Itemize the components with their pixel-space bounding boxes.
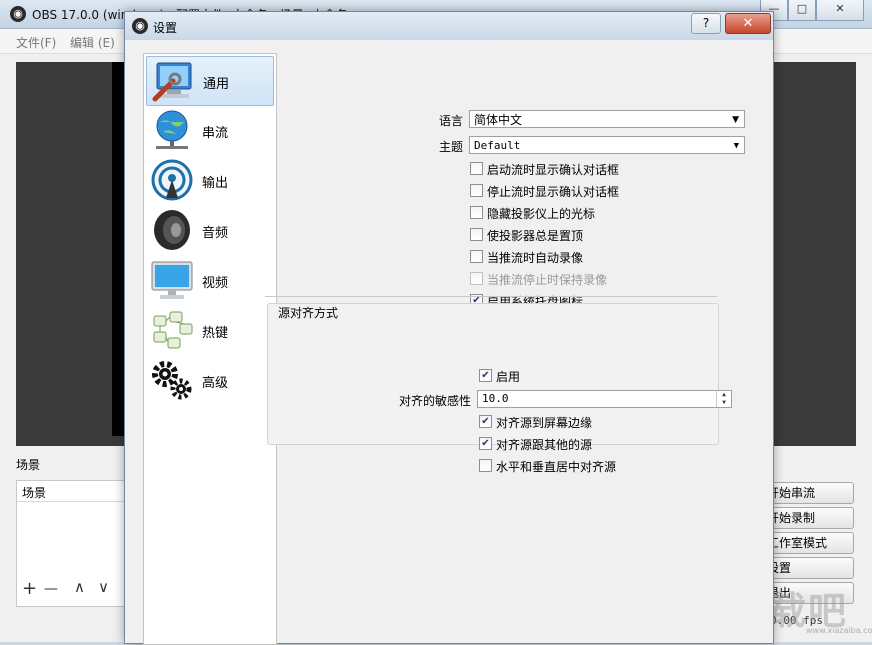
snapping-option-checkbox[interactable]: ✔ [479,415,492,428]
sidebar-item-audio[interactable]: 音频 [146,206,274,254]
monitor-icon [151,261,193,299]
sidebar-item-general[interactable]: 通用 [146,56,274,106]
language-select[interactable]: 简体中文 ▼ [469,110,745,128]
gears-icon [152,361,192,400]
divider [265,296,717,297]
wrench-monitor-icon [152,62,192,102]
theme-label: 主题 [438,140,463,154]
option-checkbox[interactable] [470,272,483,285]
studio-mode-button[interactable]: 工作室模式 [764,532,854,554]
maximize-button[interactable]: □ [788,0,816,21]
menu-edit[interactable]: 编辑 (E) [70,34,115,51]
option-label: 隐藏投影仪上的光标 [487,207,596,221]
broadcast-antenna-icon [151,159,193,201]
language-label: 语言 [438,114,463,128]
option-label: 使投影器总是置顶 [487,229,584,243]
help-button[interactable]: ? [691,13,721,34]
snapping-option-label: 水平和垂直居中对齐源 [496,460,617,474]
sidebar-label: 输出 [202,176,229,191]
option-label: 当推流停止时保持录像 [487,273,608,287]
add-scene-button[interactable]: + [22,578,37,599]
theme-value: Default [474,139,521,152]
speaker-icon [154,210,190,250]
sidebar-item-advanced[interactable]: 高级 [146,356,274,404]
snapping-option-checkbox[interactable] [479,459,492,472]
option-checkbox[interactable] [470,206,483,219]
sidebar-label: 通用 [203,77,230,92]
option-label: 停止流时显示确认对话框 [487,185,620,199]
option-checkbox[interactable] [470,250,483,263]
option-checkbox[interactable] [470,184,483,197]
chevron-down-icon: ▼ [732,115,739,125]
sidebar-item-video[interactable]: 视频 [146,256,274,304]
snapping-group [267,303,719,445]
scenes-list-header: 场景 [22,486,47,500]
sidebar-label: 串流 [202,126,229,141]
settings-dialog: ◉ 设置 ? ✕ 通用 串流 输出 音频 视频 热键 高级 语言 简体中文 ▼ … [124,11,774,645]
main-close-button[interactable]: ✕ [816,0,864,21]
settings-sidebar: 通用 串流 输出 音频 视频 热键 高级 [143,53,277,645]
sidebar-item-output[interactable]: 输出 [146,156,274,204]
sidebar-label: 音频 [202,226,229,241]
snapping-option-label: 对齐源到屏幕边缘 [496,416,593,430]
sensitivity-spinbox[interactable]: 10.0 ▲ ▼ [477,390,732,408]
sidebar-label: 视频 [202,276,229,291]
studio-mode-label: 工作室模式 [767,536,828,550]
keyboard-keys-icon [153,311,193,349]
snapping-option-checkbox[interactable]: ✔ [479,437,492,450]
start-streaming-button[interactable]: 开始串流 [764,482,854,504]
theme-select[interactable]: Default ▼ [469,136,745,154]
sidebar-label: 热键 [202,326,229,341]
move-scene-down-button[interactable]: ∨ [98,578,109,596]
sidebar-item-hotkeys[interactable]: 热键 [146,306,274,354]
option-label: 当推流时自动录像 [487,251,584,265]
obs-logo-icon: ◉ [132,18,148,34]
start-recording-label: 开始录制 [767,511,816,525]
option-checkbox[interactable] [470,162,483,175]
start-streaming-label: 开始串流 [767,486,816,500]
snapping-option-label: 对齐源跟其他的源 [496,438,593,452]
dialog-titlebar[interactable] [125,12,773,40]
divider [17,501,127,502]
globe-network-icon [156,110,188,149]
sidebar-item-stream[interactable]: 串流 [146,106,274,154]
chevron-down-icon: ▼ [733,141,739,151]
sidebar-label: 高级 [202,376,229,391]
option-checkbox[interactable] [470,228,483,241]
menu-file[interactable]: 文件(F) [16,34,56,51]
move-scene-up-button[interactable]: ∧ [74,578,85,596]
snapping-group-title: 源对齐方式 [276,304,341,321]
remove-scene-button[interactable]: — [44,581,58,597]
watermark-url: www.xiazaiba.com [806,626,872,635]
start-recording-button[interactable]: 开始录制 [764,507,854,529]
snapping-enable-label: 启用 [496,370,521,384]
sensitivity-label: 对齐的敏感性 [398,394,471,408]
dialog-title: 设置 [153,21,178,35]
close-button[interactable]: ✕ [725,13,771,34]
option-label: 启动流时显示确认对话框 [487,163,620,177]
sensitivity-value: 10.0 [482,392,509,405]
obs-logo-icon: ◉ [10,6,26,22]
spin-arrows-icon[interactable]: ▲ ▼ [716,391,731,407]
snapping-enable-checkbox[interactable]: ✔ [479,369,492,382]
language-value: 简体中文 [474,113,523,127]
settings-button[interactable]: 设置 [764,557,854,579]
scenes-section-title: 场景 [16,458,41,472]
